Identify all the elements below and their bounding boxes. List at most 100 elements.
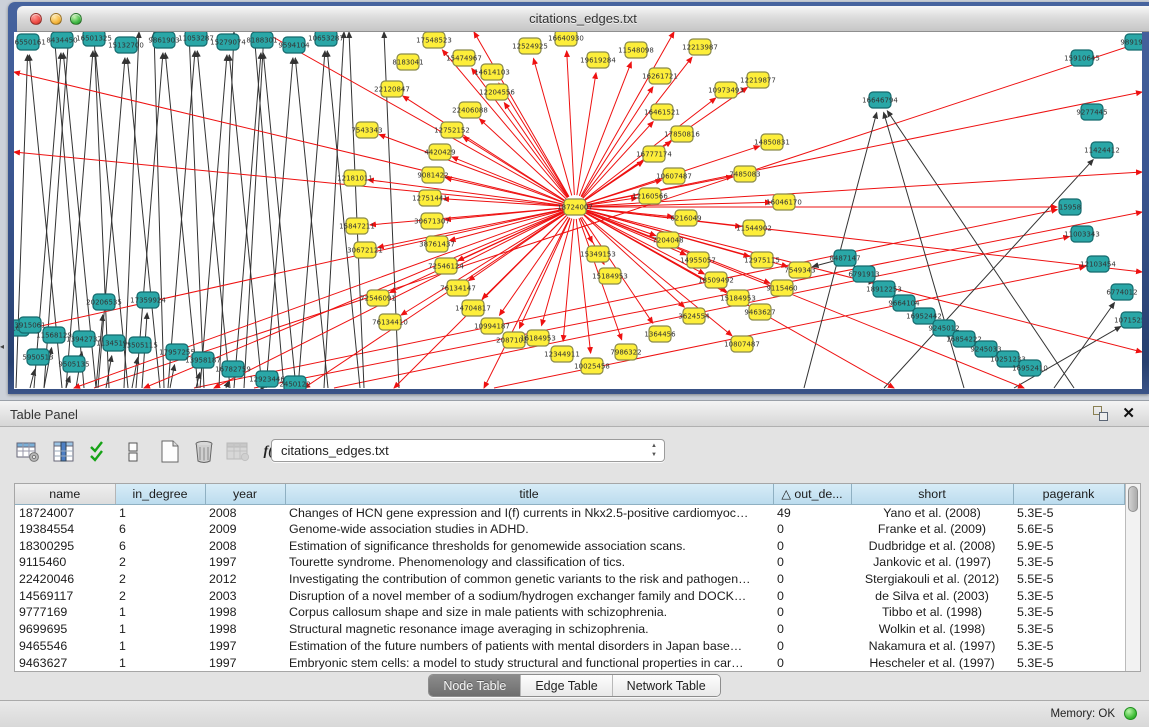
table-row[interactable]: 1872400712008Changes of HCN gene express… (15, 504, 1124, 521)
table-row[interactable]: 946362711997Embryonic stem cells: a mode… (15, 654, 1124, 671)
network-node[interactable]: 30672121 (347, 242, 383, 258)
network-node[interactable]: 4420429 (424, 144, 455, 160)
network-node[interactable]: 2450122 (279, 376, 310, 389)
column-header[interactable]: pagerank (1013, 484, 1124, 504)
network-node[interactable]: 16646794 (862, 92, 898, 108)
network-node[interactable]: 9505135 (58, 356, 89, 372)
network-node[interactable]: 9594104 (278, 37, 310, 53)
network-node[interactable]: 9861903 (148, 32, 179, 48)
table-row[interactable]: 1938455462009Genome-wide association stu… (15, 521, 1124, 538)
network-node[interactable]: 12344911 (544, 346, 580, 362)
network-node[interactable]: 7204048 (652, 232, 683, 248)
network-node[interactable]: 7986322 (610, 344, 641, 360)
column-header[interactable]: △ out_de... (773, 484, 851, 504)
network-node[interactable]: 14614103 (474, 64, 510, 80)
network-node[interactable]: 6216049 (670, 210, 701, 226)
network-node[interactable]: 9081422 (417, 167, 448, 183)
network-node[interactable]: 10653287 (308, 32, 344, 46)
network-node[interactable]: 6791913 (848, 266, 879, 282)
network-node[interactable]: 12751441 (412, 190, 448, 206)
network-node[interactable]: 12213987 (682, 39, 718, 55)
network-node[interactable]: 9463627 (744, 304, 775, 320)
network-node[interactable]: 9115460 (766, 280, 797, 296)
network-node[interactable]: 11003343 (1064, 226, 1100, 242)
network-node[interactable]: 10994187 (474, 318, 510, 334)
column-header[interactable]: short (851, 484, 1013, 504)
network-node[interactable]: 38761437 (419, 236, 455, 252)
network-node[interactable]: 30671307 (414, 213, 450, 229)
network-node[interactable]: 14704817 (455, 300, 491, 316)
tab-node-table[interactable]: Node Table (429, 675, 520, 696)
create-column-button[interactable] (156, 439, 184, 465)
column-header[interactable]: in_degree (115, 484, 205, 504)
network-node[interactable]: 11424412 (1084, 142, 1120, 158)
table-row[interactable]: 946554611997Estimation of the future num… (15, 638, 1124, 655)
column-header[interactable]: title (285, 484, 773, 504)
network-node[interactable]: 11544902 (736, 220, 772, 236)
show-columns-button[interactable] (50, 439, 78, 465)
network-node[interactable]: 76134410 (372, 314, 408, 330)
table-mode-button[interactable] (14, 439, 42, 465)
network-node[interactable]: 10973493 (708, 82, 744, 98)
network-node[interactable]: 3624554 (678, 308, 710, 324)
network-canvas[interactable]: 1872400712204556224060881275215244204299… (14, 32, 1142, 389)
network-node[interactable]: 17850816 (664, 126, 700, 142)
float-panel-icon[interactable] (1093, 406, 1108, 421)
network-node[interactable]: 9277445 (1076, 104, 1107, 120)
table-row[interactable]: 1456911722003Disruption of a novel membe… (15, 587, 1124, 604)
network-node[interactable]: 16550161 (14, 34, 46, 50)
network-node[interactable]: 8183041 (392, 54, 423, 70)
network-node[interactable]: 20206535 (86, 294, 122, 310)
network-node[interactable]: 8188301 (246, 32, 277, 48)
memory-status-indicator[interactable] (1124, 707, 1137, 720)
delete-column-button[interactable] (190, 439, 218, 465)
network-node[interactable]: 10807487 (724, 336, 760, 352)
table-row[interactable]: 969969511998Structural magnetic resonanc… (15, 621, 1124, 638)
network-node[interactable]: 16501325 (76, 32, 112, 46)
network-node[interactable]: 10025458 (574, 358, 610, 374)
network-node[interactable]: 7549343 (784, 262, 815, 278)
network-node[interactable]: 8434450 (46, 32, 77, 48)
network-node[interactable]: 16046170 (766, 194, 802, 210)
window-titlebar[interactable]: citations_edges.txt (17, 6, 1149, 32)
network-node[interactable]: 15910645 (1064, 50, 1100, 66)
network-node[interactable]: 10715254 (1114, 312, 1142, 328)
network-node[interactable]: 12103454 (1080, 256, 1116, 272)
network-node[interactable]: 16640930 (548, 32, 584, 46)
network-node[interactable]: 11548098 (618, 42, 654, 58)
panel-collapse-arrow[interactable]: ◂ (0, 342, 4, 351)
network-node[interactable]: 18509492 (698, 272, 734, 288)
table-scrollbar-thumb[interactable] (1128, 486, 1138, 512)
network-node[interactable]: 15474967 (446, 50, 482, 66)
table-row[interactable]: 2242004622012Investigating the contribut… (15, 571, 1124, 588)
network-node[interactable]: 15958 (1059, 199, 1081, 215)
network-node[interactable]: 22120847 (374, 81, 410, 97)
network-node[interactable]: 12181011 (337, 170, 373, 186)
select-all-button[interactable] (86, 439, 114, 465)
network-node[interactable]: 16461521 (644, 104, 680, 120)
network-node[interactable]: 12219877 (740, 72, 776, 88)
network-node[interactable]: 7543343 (351, 122, 382, 138)
network-node[interactable]: 11053287 (178, 32, 214, 46)
table-selector-dropdown[interactable]: citations_edges.txt ▲▼ (271, 439, 665, 462)
network-node[interactable]: 14850831 (754, 134, 790, 150)
table-row[interactable]: 1830029562008Estimation of significance … (15, 537, 1124, 554)
table-row[interactable]: 911546021997Tourette syndrome. Phenomeno… (15, 554, 1124, 571)
table-scrollbar[interactable] (1125, 484, 1140, 671)
network-node[interactable]: 7485083 (729, 166, 760, 182)
tab-network-table[interactable]: Network Table (612, 675, 720, 696)
column-header[interactable]: name (15, 484, 115, 504)
network-node[interactable]: 1364456 (644, 326, 676, 342)
tab-edge-table[interactable]: Edge Table (520, 675, 611, 696)
network-node[interactable]: 19619284 (580, 52, 616, 68)
network-node[interactable]: 8487147 (829, 250, 860, 266)
table-row[interactable]: 977716911998Corpus callosum shape and si… (15, 604, 1124, 621)
unselect-all-button[interactable] (120, 439, 148, 465)
close-panel-icon[interactable]: ✕ (1122, 406, 1135, 421)
network-node[interactable]: 12524925 (512, 38, 548, 54)
network-node[interactable]: 6774012 (1106, 284, 1137, 300)
network-node[interactable]: 5950513 (22, 349, 53, 365)
network-node[interactable]: 12975115 (744, 252, 780, 268)
network-node[interactable]: 16777174 (636, 146, 672, 162)
network-node[interactable]: 15279074 (210, 34, 246, 50)
